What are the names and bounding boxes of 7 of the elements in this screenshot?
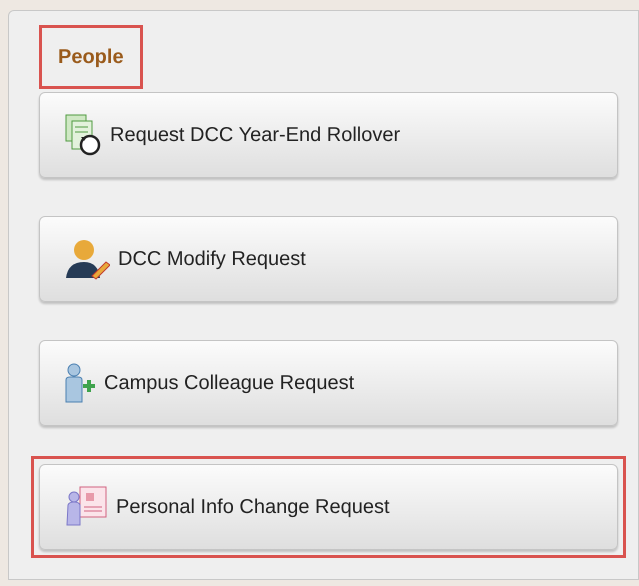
section-title: People <box>58 46 124 68</box>
tile-button[interactable]: DCC Modify Request <box>39 216 618 302</box>
documents-icon <box>64 113 102 157</box>
tile-button[interactable]: Request DCC Year-End Rollover <box>39 92 618 178</box>
person-plus-icon <box>64 362 96 404</box>
tile-button[interactable]: Personal Info Change Request <box>39 464 618 550</box>
tile-button[interactable]: Campus Colleague Request <box>39 340 618 426</box>
